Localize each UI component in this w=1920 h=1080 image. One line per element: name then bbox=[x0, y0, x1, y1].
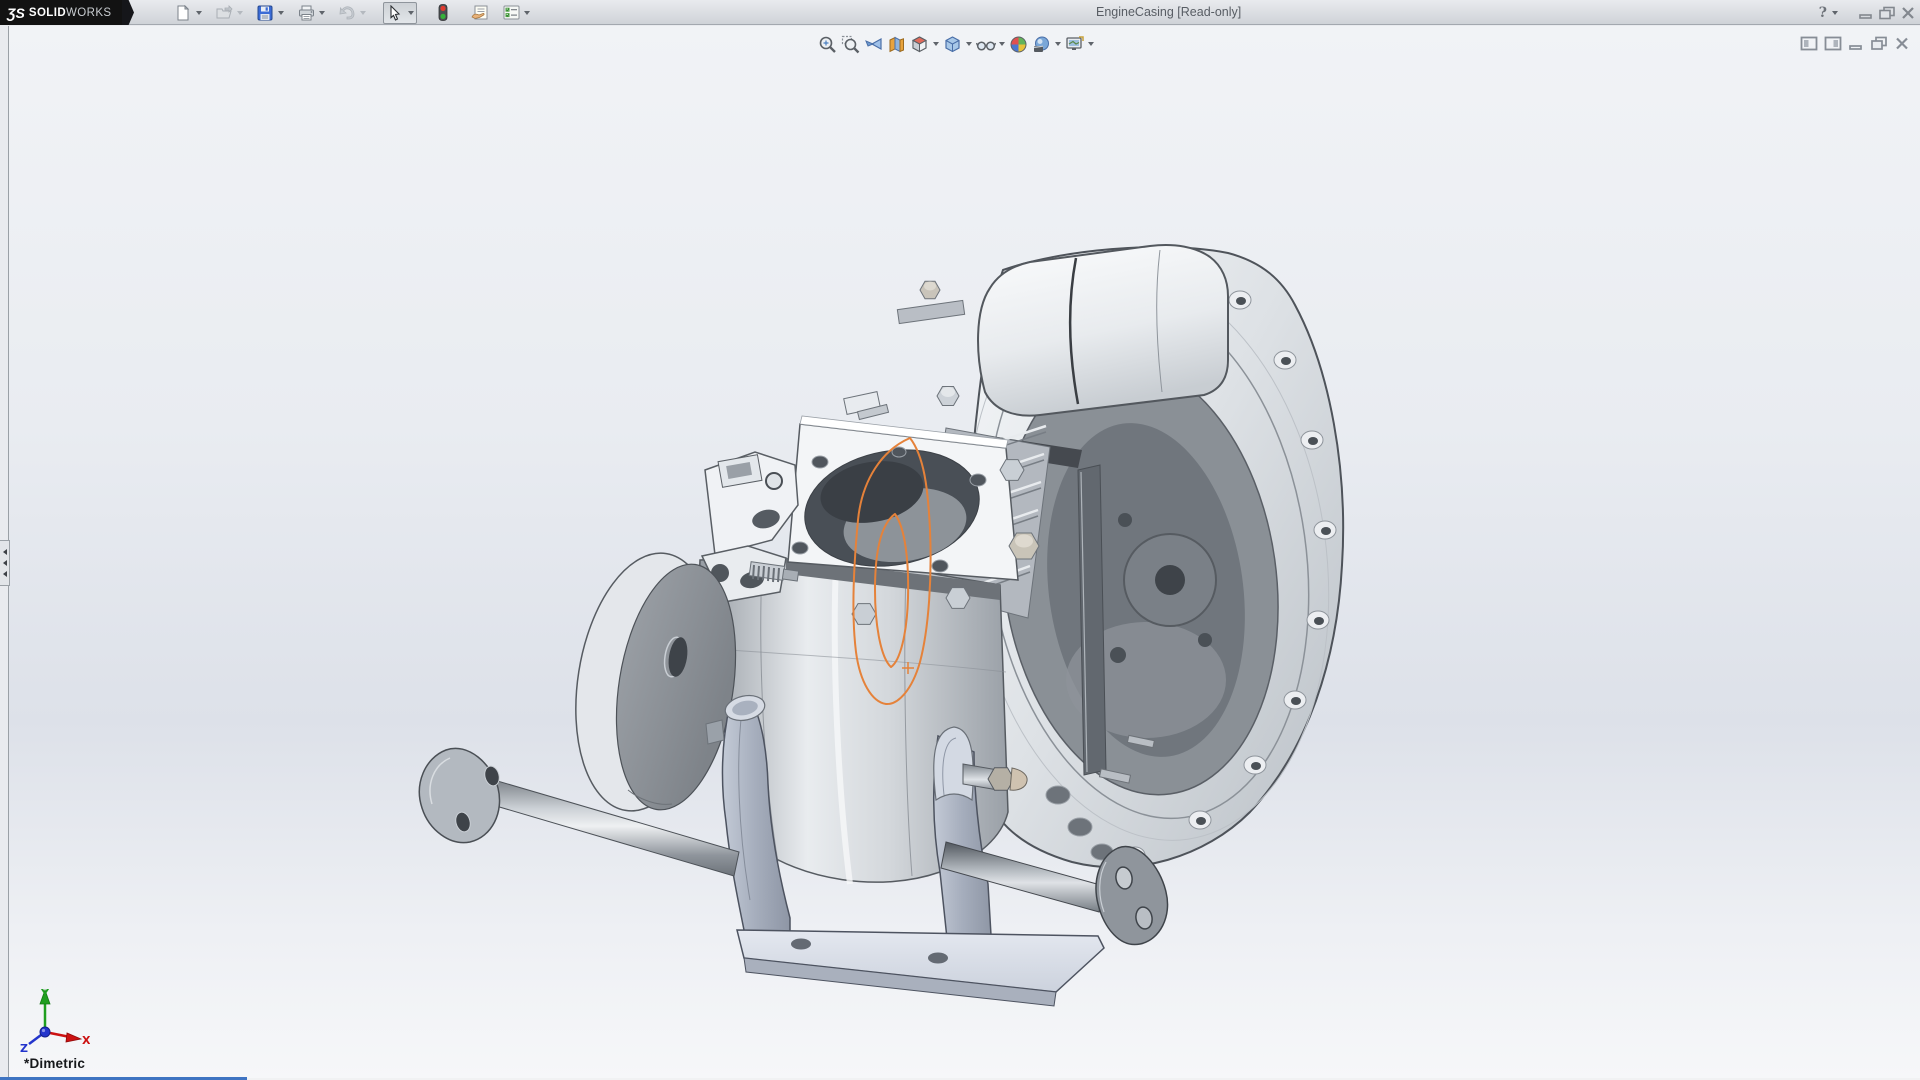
view-orientation-label: *Dimetric bbox=[24, 1056, 85, 1071]
print-icon bbox=[298, 5, 315, 21]
select-button[interactable] bbox=[384, 2, 406, 24]
open-icon bbox=[216, 5, 233, 20]
help-button[interactable]: ? bbox=[1819, 5, 1827, 21]
display-style-dropdown[interactable] bbox=[964, 33, 974, 55]
previous-view-icon bbox=[864, 35, 883, 54]
help-dropdown[interactable] bbox=[1831, 2, 1839, 24]
select-button-group bbox=[383, 2, 417, 24]
undo-button[interactable] bbox=[336, 2, 358, 24]
rebuild-traffic-light-icon bbox=[438, 4, 448, 21]
doc-close-button[interactable] bbox=[1894, 36, 1910, 51]
new-document-dropdown[interactable] bbox=[194, 2, 204, 24]
eyeglasses-icon bbox=[976, 35, 996, 54]
pane-left-toggle-button[interactable] bbox=[1800, 36, 1818, 51]
view-orientation-icon bbox=[910, 35, 929, 54]
collapse-arrow-icon bbox=[3, 571, 7, 577]
edit-appearance-button[interactable] bbox=[1007, 33, 1030, 55]
select-cursor-icon bbox=[388, 5, 402, 21]
previous-view-button[interactable] bbox=[862, 33, 885, 55]
standard-toolbar bbox=[172, 1, 532, 24]
options-checklist-icon bbox=[503, 5, 520, 20]
view-orientation-dropdown[interactable] bbox=[931, 33, 941, 55]
file-properties-icon bbox=[471, 5, 489, 21]
undo-icon bbox=[338, 5, 356, 20]
apply-scene-button[interactable] bbox=[1030, 33, 1053, 55]
save-button[interactable] bbox=[254, 2, 276, 24]
logo-glyph: ƷS bbox=[7, 5, 25, 21]
open-button[interactable] bbox=[213, 2, 235, 24]
close-button[interactable] bbox=[1900, 6, 1916, 20]
apply-scene-dropdown[interactable] bbox=[1053, 33, 1063, 55]
pane-right-toggle-button[interactable] bbox=[1824, 36, 1842, 51]
options-button[interactable] bbox=[500, 2, 522, 24]
zoom-to-fit-icon bbox=[818, 35, 837, 54]
menu-expand-arrow[interactable] bbox=[122, 0, 134, 25]
zoom-to-fit-button[interactable] bbox=[816, 33, 839, 55]
window-controls: ? bbox=[1819, 2, 1916, 24]
heads-up-view-toolbar bbox=[816, 33, 1096, 55]
new-document-button[interactable] bbox=[172, 2, 194, 24]
section-view-icon bbox=[887, 35, 906, 54]
doc-restore-button[interactable] bbox=[1870, 36, 1888, 51]
save-dropdown[interactable] bbox=[276, 2, 286, 24]
engine-casing-model[interactable] bbox=[0, 0, 1920, 1080]
display-style-icon bbox=[943, 35, 962, 54]
document-title: EngineCasing [Read-only] bbox=[1096, 5, 1241, 19]
hide-show-items-dropdown[interactable] bbox=[997, 33, 1007, 55]
collapse-arrow-icon bbox=[3, 560, 7, 566]
select-dropdown[interactable] bbox=[406, 2, 416, 24]
display-style-button[interactable] bbox=[941, 33, 964, 55]
view-settings-button[interactable] bbox=[1063, 33, 1086, 55]
rebuild-button[interactable] bbox=[432, 2, 454, 24]
save-icon bbox=[257, 5, 273, 21]
open-dropdown[interactable] bbox=[235, 2, 245, 24]
zoom-to-area-button[interactable] bbox=[839, 33, 862, 55]
zoom-to-area-icon bbox=[841, 35, 860, 54]
new-document-icon bbox=[175, 5, 191, 21]
triad-x-label: X bbox=[82, 1034, 90, 1047]
appearance-sphere-icon bbox=[1009, 35, 1028, 54]
triad-z-label: Z bbox=[20, 1042, 28, 1055]
undo-dropdown[interactable] bbox=[358, 2, 368, 24]
minimize-button[interactable] bbox=[1857, 6, 1874, 20]
restore-button[interactable] bbox=[1878, 6, 1896, 20]
print-dropdown[interactable] bbox=[317, 2, 327, 24]
view-settings-icon bbox=[1065, 35, 1085, 54]
reference-triad: Y X Z bbox=[12, 986, 90, 1056]
doc-minimize-button[interactable] bbox=[1848, 36, 1864, 51]
options-dropdown[interactable] bbox=[522, 2, 532, 24]
title-bar: ƷSSOLIDWORKS bbox=[0, 0, 1920, 25]
hide-show-items-button[interactable] bbox=[974, 33, 997, 55]
print-button[interactable] bbox=[295, 2, 317, 24]
section-view-button[interactable] bbox=[885, 33, 908, 55]
solidworks-logo: ƷSSOLIDWORKS bbox=[0, 0, 122, 25]
view-settings-dropdown[interactable] bbox=[1086, 33, 1096, 55]
base-plate bbox=[737, 930, 1104, 1006]
feature-manager-splitter[interactable] bbox=[0, 540, 10, 586]
triad-y-label: Y bbox=[40, 987, 50, 1000]
collapse-arrow-icon bbox=[3, 549, 7, 555]
document-window-controls bbox=[1800, 36, 1910, 51]
apply-scene-icon bbox=[1032, 35, 1051, 54]
file-properties-button[interactable] bbox=[469, 2, 491, 24]
view-orientation-button[interactable] bbox=[908, 33, 931, 55]
